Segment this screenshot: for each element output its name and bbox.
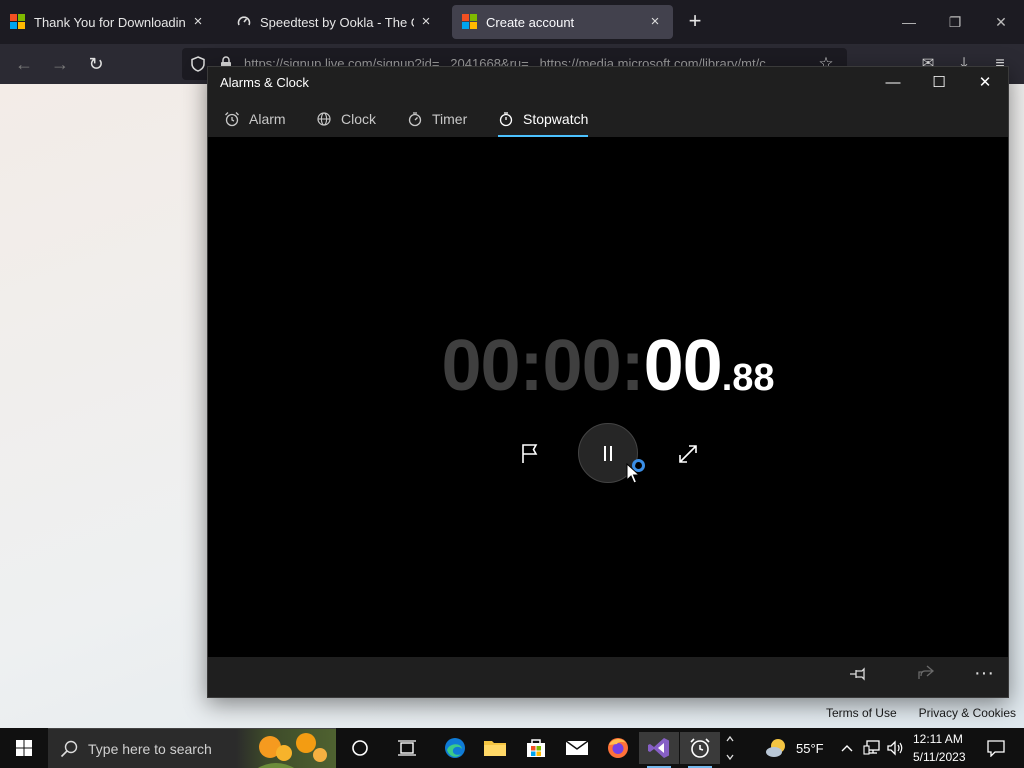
alarms-clock-window: Alarms & Clock — ☐ ✕ Alarm Clock Timer S… xyxy=(207,66,1009,698)
tab-stopwatch[interactable]: Stopwatch xyxy=(498,108,589,137)
seconds-digits: 00 xyxy=(643,326,723,406)
file-explorer-icon[interactable] xyxy=(475,732,515,764)
terms-link[interactable]: Terms of Use xyxy=(826,706,897,720)
restore-icon[interactable]: ❐ xyxy=(945,12,965,32)
timer-icon xyxy=(407,111,423,127)
search-placeholder: Type here to search xyxy=(88,741,212,757)
tab-alarm[interactable]: Alarm xyxy=(224,108,286,130)
share-icon[interactable] xyxy=(914,665,938,689)
app-title: Alarms & Clock xyxy=(220,75,309,90)
tab-label: Stopwatch xyxy=(523,111,589,127)
weather-icon[interactable] xyxy=(757,732,797,764)
taskbar-scroll-icon[interactable] xyxy=(722,732,738,764)
maximize-icon[interactable]: ☐ xyxy=(916,67,962,99)
close-window-icon[interactable]: ✕ xyxy=(991,12,1011,32)
alarm-icon xyxy=(224,111,240,127)
microsoft-store-icon[interactable] xyxy=(516,732,556,764)
network-icon[interactable] xyxy=(860,732,884,764)
app-bottom-bar: ··· xyxy=(208,657,1008,697)
close-tab-icon[interactable]: × xyxy=(190,14,206,30)
windows-logo-icon xyxy=(16,740,32,756)
hours-digits: 00 xyxy=(441,326,520,406)
back-icon[interactable]: ← xyxy=(13,53,35,75)
mouse-cursor-icon xyxy=(626,462,641,485)
page-footer: Terms of Use Privacy & Cookies xyxy=(826,706,1016,720)
close-window-icon[interactable]: ✕ xyxy=(962,67,1008,99)
tab-title: Create account xyxy=(486,14,575,30)
app-tab-bar: Alarm Clock Timer Stopwatch xyxy=(208,99,1008,137)
tab-title: Thank You for Downloading Vis xyxy=(34,14,186,30)
app-titlebar[interactable]: Alarms & Clock — ☐ ✕ xyxy=(208,67,1008,99)
cortana-button[interactable] xyxy=(340,732,380,764)
browser-tab-3[interactable]: Create account × xyxy=(452,5,673,39)
tab-label: Alarm xyxy=(249,111,286,127)
tab-clock[interactable]: Clock xyxy=(316,108,376,130)
minimize-icon[interactable]: — xyxy=(870,67,916,99)
search-icon xyxy=(60,740,78,763)
separator: : xyxy=(620,326,645,406)
browser-tab-bar: Thank You for Downloading Vis × Speedtes… xyxy=(0,0,1024,44)
volume-icon[interactable] xyxy=(884,732,906,764)
mail-app-icon[interactable] xyxy=(557,732,597,764)
privacy-link[interactable]: Privacy & Cookies xyxy=(919,706,1016,720)
visual-studio-icon[interactable] xyxy=(639,732,679,768)
taskbar: Type here to search 55°F 12:11 AM 5/11/2… xyxy=(0,728,1024,768)
edge-browser-icon[interactable] xyxy=(435,732,475,764)
pin-icon[interactable] xyxy=(846,665,870,689)
minimize-icon[interactable]: — xyxy=(899,12,919,32)
forward-icon[interactable]: → xyxy=(49,53,71,75)
task-view-button[interactable] xyxy=(387,732,427,764)
microsoft-logo-icon xyxy=(462,14,478,30)
separator: : xyxy=(519,326,544,406)
lap-flag-button[interactable] xyxy=(518,442,542,466)
minutes-digits: 00 xyxy=(542,326,622,406)
browser-tab-2[interactable]: Speedtest by Ookla - The Globa × xyxy=(226,5,444,39)
close-tab-icon[interactable]: × xyxy=(418,14,434,30)
taskbar-search-box[interactable]: Type here to search xyxy=(48,728,336,768)
search-highlight-art xyxy=(236,729,336,768)
firefox-icon[interactable] xyxy=(598,732,638,764)
hundredths-digits: .88 xyxy=(721,357,775,399)
clock-date[interactable]: 5/11/2023 xyxy=(913,750,966,764)
stopwatch-icon xyxy=(498,111,514,127)
new-tab-button[interactable]: + xyxy=(683,10,707,34)
expand-button[interactable] xyxy=(676,442,700,466)
speedtest-icon xyxy=(236,14,252,30)
close-tab-icon[interactable]: × xyxy=(647,14,663,30)
start-button[interactable] xyxy=(0,728,48,768)
browser-tab-1[interactable]: Thank You for Downloading Vis × xyxy=(0,5,216,39)
expand-icon xyxy=(679,445,697,463)
weather-temp[interactable]: 55°F xyxy=(796,741,824,756)
shield-icon[interactable] xyxy=(191,56,205,77)
microsoft-logo-icon xyxy=(10,14,26,30)
stopwatch-display: 00:00:00.88 xyxy=(208,325,1008,407)
show-hidden-icons-icon[interactable] xyxy=(836,732,858,764)
globe-icon xyxy=(316,111,332,127)
tab-label: Clock xyxy=(341,111,377,127)
tab-timer[interactable]: Timer xyxy=(407,108,467,130)
more-options-icon[interactable]: ··· xyxy=(972,663,996,689)
flag-icon xyxy=(522,444,538,463)
clock-time[interactable]: 12:11 AM xyxy=(913,732,963,746)
alarms-clock-taskbar-icon[interactable] xyxy=(680,732,720,768)
reload-icon[interactable]: ↻ xyxy=(85,53,107,75)
notifications-icon[interactable] xyxy=(976,732,1016,764)
tab-label: Timer xyxy=(432,111,468,127)
tab-title: Speedtest by Ookla - The Globa xyxy=(260,14,414,30)
